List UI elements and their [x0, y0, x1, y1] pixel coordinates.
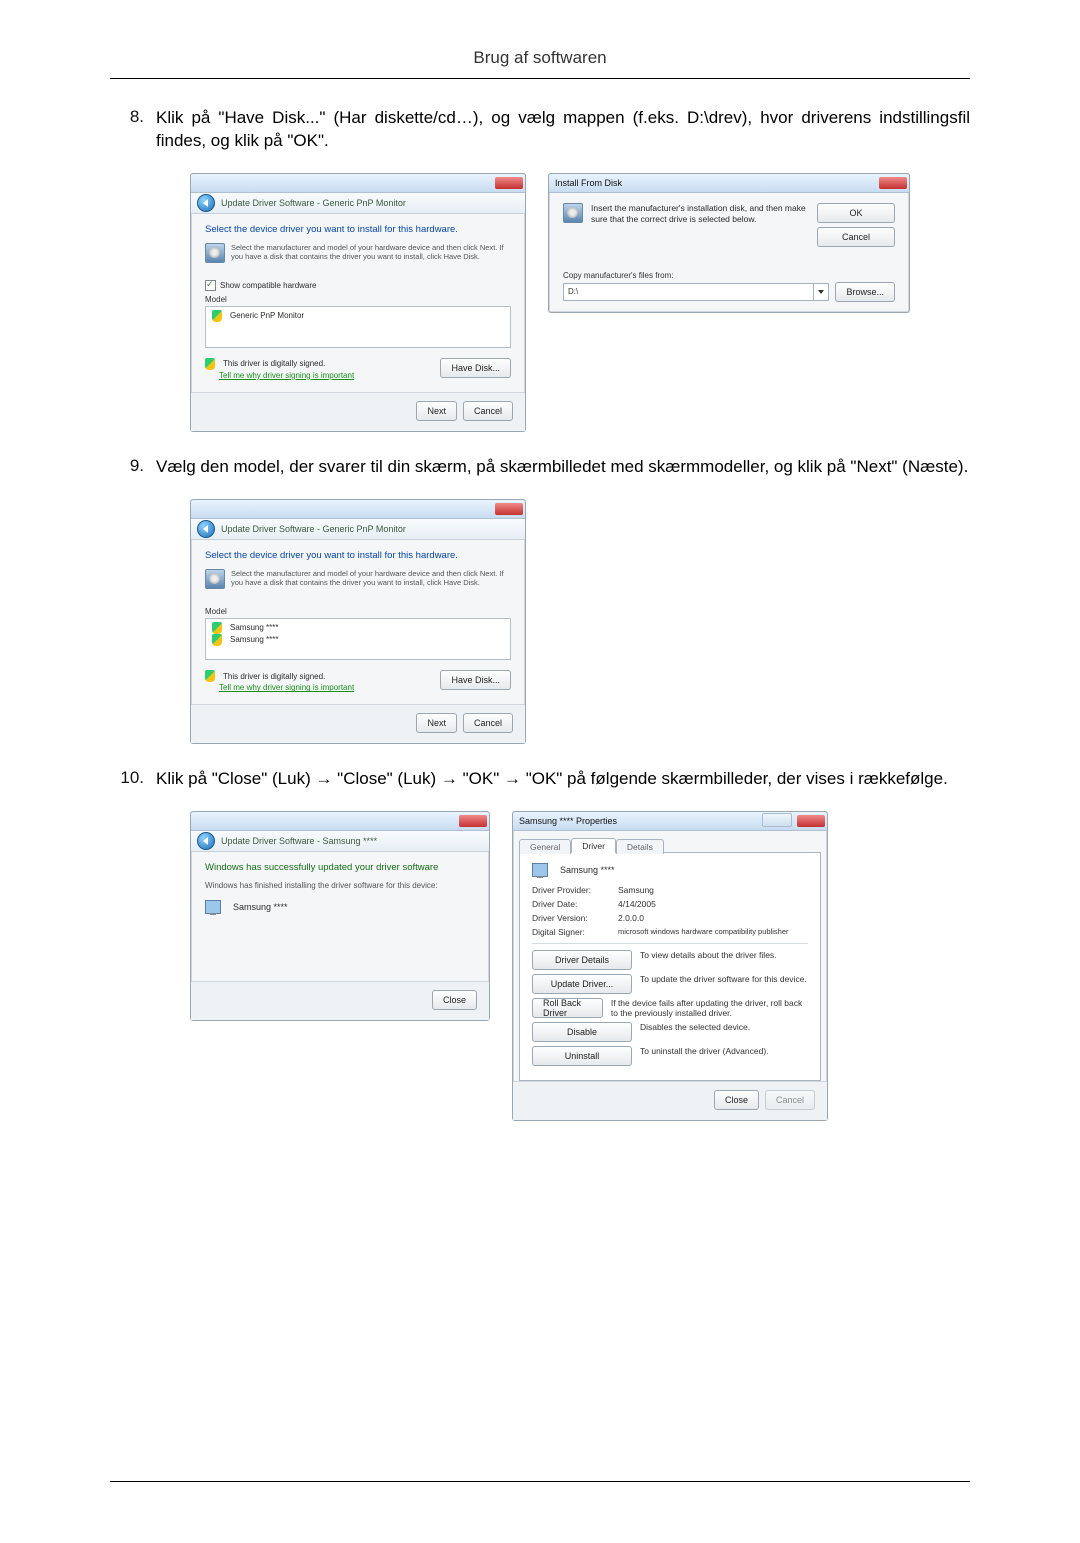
disk-icon [205, 243, 225, 263]
back-icon[interactable] [197, 520, 215, 538]
cancel-button[interactable]: Cancel [463, 713, 513, 733]
step-number: 8. [110, 107, 156, 127]
list-item[interactable]: Samsung **** [230, 622, 278, 634]
next-button[interactable]: Next [416, 713, 457, 733]
button-description: To update the driver software for this d… [640, 974, 807, 984]
figure-row-step8: Update Driver Software - Generic PnP Mon… [190, 173, 970, 432]
dialog-note: Select the manufacturer and model of you… [231, 243, 511, 262]
have-disk-button[interactable]: Have Disk... [440, 670, 511, 690]
step-number: 9. [110, 456, 156, 476]
dialog-heading: Select the device driver you want to ins… [205, 224, 511, 235]
figure-row-step10: Update Driver Software - Samsung **** Wi… [190, 811, 970, 1121]
dialog-note: Select the manufacturer and model of you… [231, 569, 511, 588]
prop-label: Driver Version: [532, 913, 610, 923]
uninstall-button[interactable]: Uninstall [532, 1046, 632, 1066]
prop-label: Driver Date: [532, 899, 610, 909]
button-description: Disables the selected device. [640, 1022, 750, 1032]
model-label: Model [205, 295, 511, 304]
compat-checkbox[interactable] [205, 280, 216, 291]
cancel-button: Cancel [765, 1090, 815, 1110]
browse-button[interactable]: Browse... [835, 282, 895, 302]
step-text: Klik på "Close" (Luk) → "Close" (Luk) → … [156, 768, 970, 791]
update-driver-button[interactable]: Update Driver... [532, 974, 632, 994]
close-button[interactable]: Close [432, 990, 477, 1010]
shield-icon [205, 358, 215, 370]
close-icon[interactable] [879, 177, 907, 189]
monitor-icon [205, 900, 221, 914]
device-name: Samsung **** [560, 865, 615, 875]
signing-link[interactable]: Tell me why driver signing is important [219, 683, 354, 692]
dialog-select-model: Update Driver Software - Generic PnP Mon… [190, 499, 526, 745]
path-combobox[interactable]: D:\ [563, 283, 829, 301]
breadcrumb: Update Driver Software - Generic PnP Mon… [221, 198, 406, 208]
page-header: Brug af softwaren [110, 48, 970, 79]
chevron-down-icon[interactable] [813, 284, 828, 300]
device-name: Samsung **** [233, 902, 288, 912]
model-label: Model [205, 607, 511, 616]
dialog-update-success: Update Driver Software - Samsung **** Wi… [190, 811, 490, 1021]
install-disk-instruction: Insert the manufacturer's installation d… [591, 203, 809, 225]
breadcrumb: Update Driver Software - Generic PnP Mon… [221, 524, 406, 534]
copy-from-label: Copy manufacturer's files from: [563, 271, 895, 280]
footer-rule [110, 1481, 970, 1483]
prop-value: 4/14/2005 [618, 899, 656, 909]
signed-text: This driver is digitally signed. [223, 359, 325, 368]
button-description: To uninstall the driver (Advanced). [640, 1046, 769, 1056]
driver-details-button[interactable]: Driver Details [532, 950, 632, 970]
model-listbox[interactable]: Samsung **** Samsung **** [205, 618, 511, 660]
shield-icon [212, 622, 222, 634]
dialog-heading: Select the device driver you want to ins… [205, 550, 511, 561]
shield-icon [212, 634, 222, 646]
list-item[interactable]: Samsung **** [230, 634, 278, 646]
tab-driver[interactable]: Driver [571, 838, 616, 853]
close-icon[interactable] [495, 177, 523, 189]
prop-value: 2.0.0.0 [618, 913, 644, 923]
tab-general[interactable]: General [519, 839, 571, 854]
signed-text: This driver is digitally signed. [223, 672, 325, 681]
step-text: Klik på "Have Disk..." (Har diskette/cd…… [156, 107, 970, 153]
close-icon[interactable] [495, 503, 523, 515]
prop-value: microsoft windows hardware compatibility… [618, 927, 789, 936]
figure-row-step9: Update Driver Software - Generic PnP Mon… [190, 499, 970, 745]
dialog-update-driver: Update Driver Software - Generic PnP Mon… [190, 173, 526, 432]
breadcrumb: Update Driver Software - Samsung **** [221, 836, 377, 846]
cancel-button[interactable]: Cancel [817, 227, 895, 247]
dialog-device-properties: Samsung **** Properties General Driver D… [512, 811, 828, 1121]
help-icon[interactable] [762, 813, 792, 827]
success-subtext: Windows has finished installing the driv… [205, 881, 475, 890]
ok-button[interactable]: OK [817, 203, 895, 223]
list-item[interactable]: Generic PnP Monitor [230, 310, 304, 322]
close-icon[interactable] [797, 815, 825, 827]
signing-link[interactable]: Tell me why driver signing is important [219, 371, 354, 380]
compat-checkbox-label: Show compatible hardware [220, 281, 317, 290]
step-number: 10. [110, 768, 156, 788]
prop-label: Driver Provider: [532, 885, 610, 895]
model-listbox[interactable]: Generic PnP Monitor [205, 306, 511, 348]
step-text: Vælg den model, der svarer til din skærm… [156, 456, 970, 479]
shield-icon [205, 670, 215, 682]
success-heading: Windows has successfully updated your dr… [205, 862, 475, 873]
back-icon[interactable] [197, 832, 215, 850]
rollback-driver-button[interactable]: Roll Back Driver [532, 998, 603, 1018]
next-button[interactable]: Next [416, 401, 457, 421]
disk-icon [205, 569, 225, 589]
monitor-icon [532, 863, 548, 877]
close-icon[interactable] [459, 815, 487, 827]
dialog-title: Samsung **** Properties [519, 816, 617, 826]
back-icon[interactable] [197, 194, 215, 212]
button-description: If the device fails after updating the d… [611, 998, 808, 1018]
path-value: D:\ [564, 287, 813, 296]
disk-icon [563, 203, 583, 223]
have-disk-button[interactable]: Have Disk... [440, 358, 511, 378]
shield-icon [212, 310, 222, 322]
button-description: To view details about the driver files. [640, 950, 777, 960]
cancel-button[interactable]: Cancel [463, 401, 513, 421]
tab-details[interactable]: Details [616, 839, 664, 854]
prop-label: Digital Signer: [532, 927, 610, 937]
prop-value: Samsung [618, 885, 654, 895]
disable-button[interactable]: Disable [532, 1022, 632, 1042]
dialog-title: Install From Disk [555, 178, 622, 188]
dialog-install-from-disk: Install From Disk Insert the manufacture… [548, 173, 910, 313]
close-button[interactable]: Close [714, 1090, 759, 1110]
